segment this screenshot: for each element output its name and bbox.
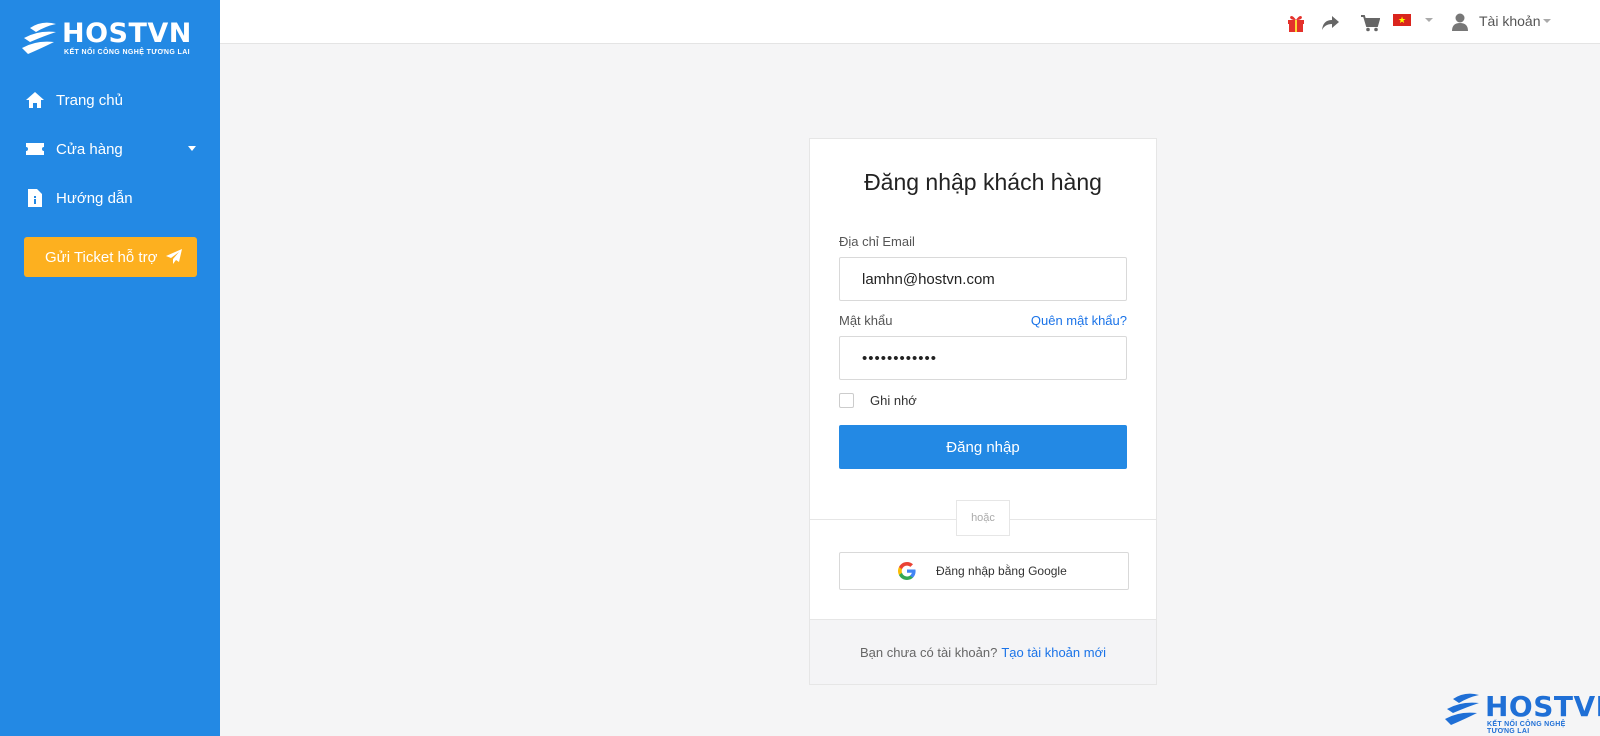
login-card: Đăng nhập khách hàng Địa chỉ Email lamhn…: [809, 138, 1157, 685]
sidebar-item-home[interactable]: Trang chủ: [0, 80, 220, 120]
remember-checkbox[interactable]: [839, 393, 854, 408]
user-icon[interactable]: [1450, 12, 1470, 32]
google-login-label: Đăng nhập bằng Google: [936, 564, 1067, 578]
email-label: Địa chỉ Email: [839, 234, 915, 249]
sidebar-item-store[interactable]: Cửa hàng: [0, 129, 220, 169]
cart-icon[interactable]: [1360, 13, 1380, 33]
send-ticket-label: Gửi Ticket hỗ trợ: [45, 248, 158, 266]
home-icon: [24, 89, 46, 111]
hostvn-logo[interactable]: HOSTVN KẾT NỐI CÔNG NGHỆ TƯƠNG LAI: [22, 18, 202, 62]
login-title: Đăng nhập khách hàng: [864, 169, 1102, 195]
login-button[interactable]: Đăng nhập: [839, 425, 1127, 469]
watermark-tagline: KẾT NỐI CÔNG NGHỆ TƯƠNG LAI: [1487, 721, 1566, 735]
paper-plane-icon: [165, 248, 183, 270]
watermark-text: HOSTVN: [1485, 690, 1600, 723]
chevron-down-icon[interactable]: [1543, 19, 1551, 23]
password-label: Mật khẩu: [839, 313, 893, 328]
google-login-button[interactable]: Đăng nhập bằng Google: [839, 552, 1129, 590]
logo-mark-icon: [1445, 693, 1479, 725]
share-icon[interactable]: [1320, 13, 1340, 33]
sidebar: HOSTVN KẾT NỐI CÔNG NGHỆ TƯƠNG LAI Trang…: [0, 0, 220, 736]
account-menu[interactable]: Tài khoản: [1479, 13, 1540, 29]
logo-text: HOSTVN: [62, 18, 192, 49]
email-field[interactable]: lamhn@hostvn.com: [839, 257, 1127, 301]
vietnam-flag-icon[interactable]: ★: [1393, 14, 1411, 26]
send-ticket-button[interactable]: Gửi Ticket hỗ trợ: [24, 237, 197, 277]
google-icon: [898, 562, 916, 580]
logo-tagline: KẾT NỐI CÔNG NGHỆ TƯƠNG LAI: [64, 49, 191, 56]
remember-label[interactable]: Ghi nhớ: [870, 393, 917, 408]
gift-icon[interactable]: [1286, 13, 1306, 33]
sidebar-item-label: Trang chủ: [56, 91, 123, 109]
or-separator: hoặc: [956, 500, 1010, 536]
chevron-down-icon[interactable]: [1425, 18, 1433, 22]
document-icon: [24, 187, 46, 209]
no-account-text: Bạn chưa có tài khoản?: [860, 644, 998, 660]
sidebar-item-label: Cửa hàng: [56, 140, 123, 158]
sidebar-item-guide[interactable]: Hướng dẫn: [0, 178, 220, 218]
forgot-password-link[interactable]: Quên mật khẩu?: [1031, 313, 1127, 328]
card-footer: Bạn chưa có tài khoản? Tạo tài khoản mới: [810, 619, 1156, 684]
chevron-down-icon: [188, 146, 196, 151]
sidebar-item-label: Hướng dẫn: [56, 189, 133, 207]
store-icon: [24, 138, 46, 160]
create-account-link[interactable]: Tạo tài khoản mới: [1001, 645, 1106, 660]
watermark-logo: HOSTVN KẾT NỐI CÔNG NGHỆ TƯƠNG LAI: [1445, 690, 1600, 735]
logo-mark-icon: [22, 22, 56, 54]
password-field[interactable]: ••••••••••••: [839, 336, 1127, 380]
